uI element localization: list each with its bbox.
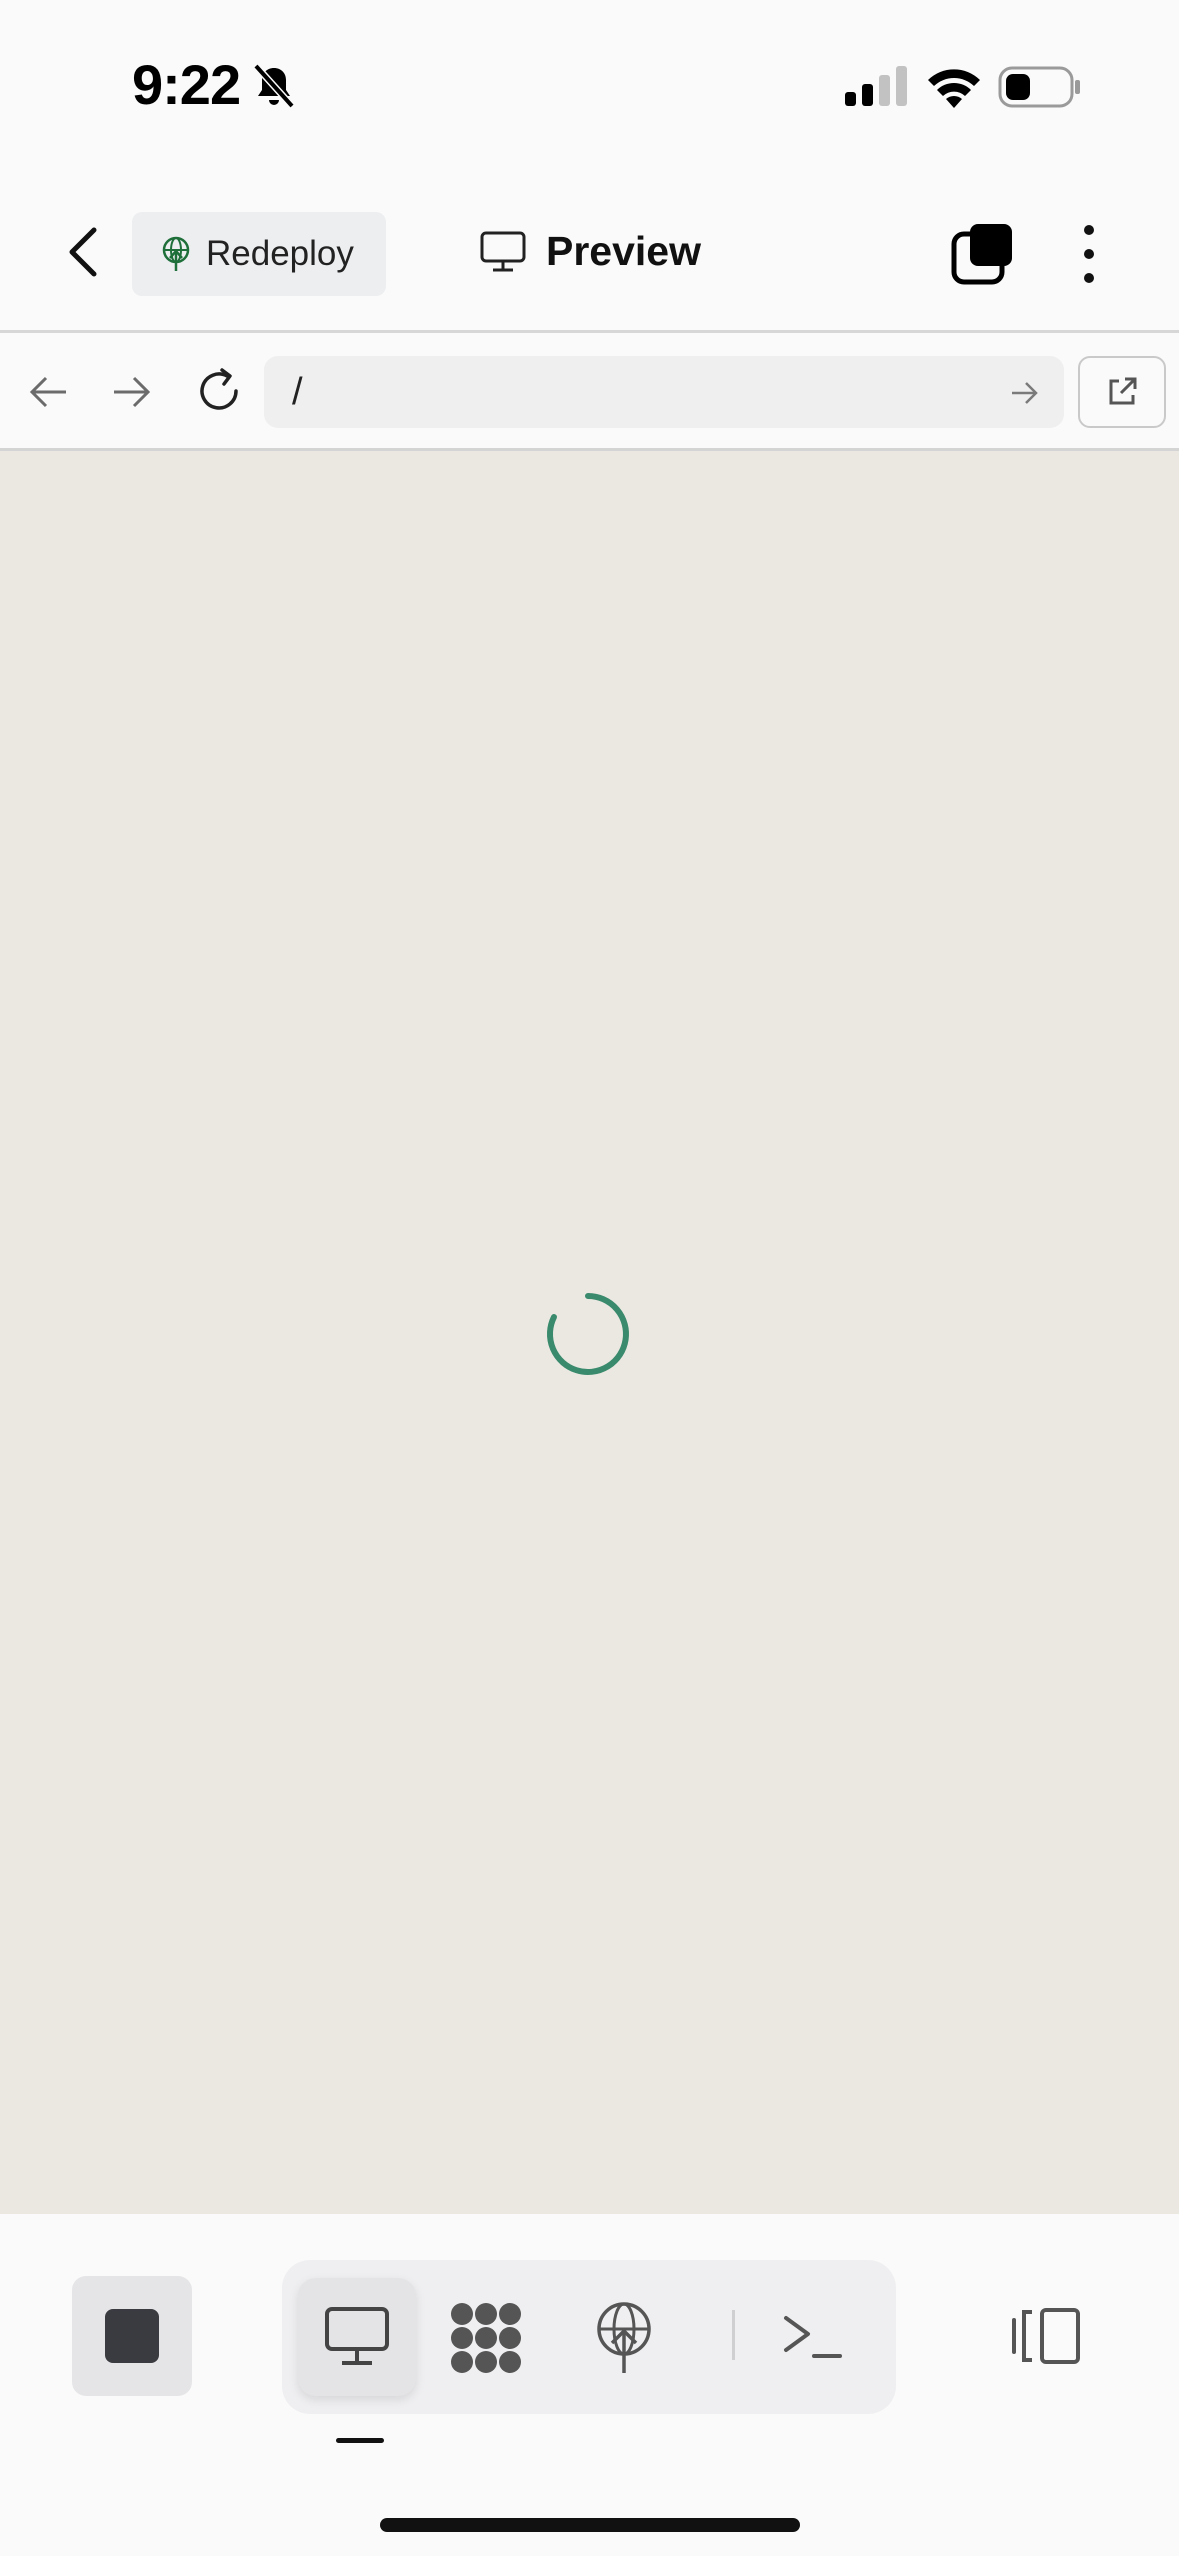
url-input[interactable]: / [264, 356, 1064, 428]
url-text: / [292, 370, 303, 413]
redeploy-button[interactable]: Redeploy [132, 212, 386, 296]
redeploy-label: Redeploy [206, 234, 354, 273]
reload-icon[interactable] [194, 366, 244, 416]
stop-icon [105, 2309, 159, 2363]
monitor-icon [325, 2307, 389, 2365]
chevron-left-icon[interactable] [56, 222, 116, 282]
packages-icon [451, 2303, 521, 2373]
arrow-left-icon[interactable] [26, 370, 70, 414]
tool-terminal-button[interactable] [770, 2296, 854, 2380]
open-external-button[interactable] [1078, 356, 1166, 428]
stop-button[interactable] [72, 2276, 192, 2396]
tool-separator [732, 2310, 735, 2360]
go-arrow-icon[interactable] [1010, 380, 1040, 406]
tool-packages-button[interactable] [444, 2296, 528, 2380]
deploy-globe-icon [597, 2302, 651, 2373]
external-link-icon [1109, 377, 1137, 405]
preview-label: Preview [546, 228, 701, 274]
tool-preview-button[interactable] [298, 2278, 416, 2396]
deploy-globe-icon [162, 236, 190, 271]
windows-stack-icon[interactable] [950, 222, 1016, 286]
battery-icon [998, 66, 1080, 108]
panel-toggle-icon[interactable] [1010, 2306, 1082, 2366]
terminal-icon [784, 2316, 842, 2358]
home-indicator[interactable] [380, 2518, 800, 2532]
arrow-right-icon[interactable] [110, 370, 154, 414]
cellular-signal-icon [845, 66, 907, 106]
wifi-icon [928, 69, 980, 108]
bell-slash-icon [253, 63, 295, 109]
tab-preview[interactable]: Preview [480, 228, 701, 275]
loading-spinner-icon [547, 1293, 629, 1375]
tool-deploy-button[interactable] [582, 2296, 666, 2380]
more-vertical-icon[interactable] [1072, 222, 1106, 286]
tool-switcher [282, 2260, 896, 2414]
header-divider [0, 330, 1179, 333]
active-tool-indicator [336, 2438, 384, 2443]
monitor-icon [480, 231, 526, 271]
status-time: 9:22 [132, 53, 241, 116]
